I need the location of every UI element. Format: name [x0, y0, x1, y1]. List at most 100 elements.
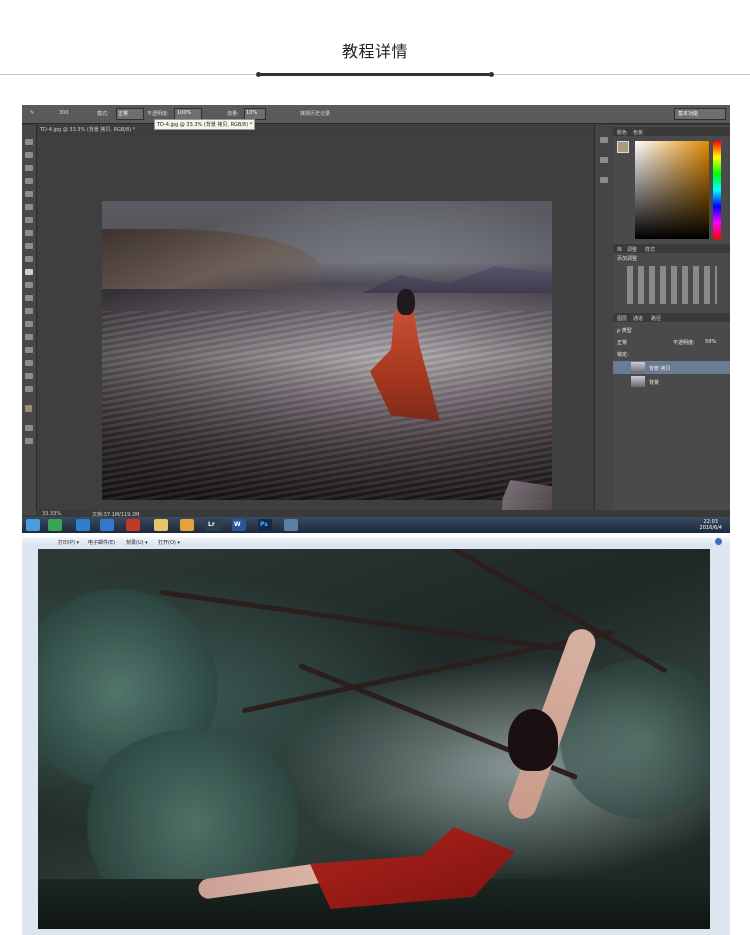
- adjustment-icons[interactable]: [627, 266, 717, 304]
- color-panel-tabs: 颜色 色板: [613, 127, 730, 136]
- file-explorer-icon[interactable]: [154, 519, 168, 531]
- document-image[interactable]: [102, 201, 552, 500]
- menu-burn[interactable]: 刻录(U) ▾: [126, 539, 148, 546]
- layer-kind-filter[interactable]: ρ 类型: [617, 327, 632, 334]
- word-icon[interactable]: W: [232, 519, 246, 531]
- workspace-value: 基本功能: [678, 111, 699, 117]
- mode-value: 正常: [118, 111, 129, 117]
- right-panels: 颜色 色板 库 调整 样式 添加调整 图层 通道 路径 ρ 类型 正常 不透明度…: [613, 125, 730, 515]
- windows-taskbar: Lr W Ps 22:03 2016/6/4: [22, 517, 730, 533]
- photoshop-icon[interactable]: Ps: [258, 519, 272, 531]
- marquee-tool-icon[interactable]: [25, 152, 33, 158]
- collapsed-panel-strip: [594, 125, 613, 515]
- blur-tool-icon[interactable]: [25, 295, 33, 301]
- type-tool-icon[interactable]: [25, 334, 33, 340]
- document-tab-bar: TD-4.jpg @ 33.3% (背景 拷贝, RGB/8) *: [36, 124, 606, 134]
- opacity-value: 100%: [177, 110, 192, 116]
- hue-slider[interactable]: [713, 141, 721, 239]
- layer-opacity-value[interactable]: 59%: [705, 339, 716, 345]
- zoom-tool-icon[interactable]: [25, 386, 33, 392]
- brush-tool-icon[interactable]: [25, 230, 33, 236]
- layer-thumbnail: [631, 376, 645, 387]
- hand-tool-icon[interactable]: [25, 373, 33, 379]
- eraser-tool-icon[interactable]: ✎: [30, 110, 34, 116]
- tab-paths[interactable]: 路径: [651, 315, 661, 322]
- layers-panel-tabs: 图层 通道 路径: [613, 313, 730, 322]
- path-select-tool-icon[interactable]: [25, 347, 33, 353]
- eyedropper-tool-icon[interactable]: [25, 204, 33, 210]
- canvas-area[interactable]: [37, 135, 593, 533]
- taskbar-app-icon[interactable]: [100, 519, 114, 531]
- lasso-tool-icon[interactable]: [25, 165, 33, 171]
- help-icon[interactable]: [715, 538, 722, 545]
- healing-tool-icon[interactable]: [25, 217, 33, 223]
- crop-tool-icon[interactable]: [25, 191, 33, 197]
- ie-icon[interactable]: [76, 519, 90, 531]
- word-label: W: [234, 521, 241, 528]
- quick-mask-icon[interactable]: [25, 425, 33, 431]
- tab-styles[interactable]: 样式: [645, 246, 655, 253]
- history-panel-icon[interactable]: [600, 137, 608, 143]
- tab-channels[interactable]: 通道: [633, 315, 643, 322]
- color-picker-field[interactable]: [635, 141, 709, 239]
- layer-name: 背景: [649, 380, 660, 386]
- tab-swatches[interactable]: 色板: [633, 129, 643, 136]
- displayed-photo[interactable]: [38, 549, 710, 929]
- layer-name: 背景 拷贝: [649, 366, 671, 372]
- taskbar-app-icon[interactable]: [180, 519, 194, 531]
- layer-row-background-copy[interactable]: 背景 拷贝: [613, 361, 730, 374]
- foreground-color-swatch[interactable]: [25, 405, 32, 412]
- lightroom-label: Lr: [208, 521, 215, 528]
- viewer-menu-bar: 打印(P) ▾ 电子邮件(E) 刻录(U) ▾ 打开(O) ▾: [22, 537, 730, 546]
- blend-mode-select[interactable]: 正常: [617, 339, 627, 346]
- taskbar-app-icon[interactable]: [284, 519, 298, 531]
- media-player-icon[interactable]: [126, 519, 140, 531]
- brush-size[interactable]: 300: [59, 110, 69, 116]
- adjust-panel-tabs: 库 调整 样式: [613, 244, 730, 253]
- figure-head: [397, 289, 415, 315]
- menu-print[interactable]: 打印(P) ▾: [58, 539, 79, 546]
- menu-email[interactable]: 电子邮件(E): [88, 539, 115, 546]
- tools-panel: [22, 125, 37, 515]
- menu-open[interactable]: 打开(O) ▾: [158, 539, 180, 546]
- dodge-tool-icon[interactable]: [25, 308, 33, 314]
- pen-tool-icon[interactable]: [25, 321, 33, 327]
- photo-viewer-screenshot: 打印(P) ▾ 电子邮件(E) 刻录(U) ▾ 打开(O) ▾: [22, 537, 730, 935]
- lightroom-icon[interactable]: Lr: [206, 519, 220, 531]
- foreground-color-swatch[interactable]: [617, 141, 629, 153]
- properties-panel-icon[interactable]: [600, 157, 608, 163]
- page-header: 教程详情: [0, 0, 750, 100]
- stamp-tool-icon[interactable]: [25, 243, 33, 249]
- tab-adjustments[interactable]: 调整: [627, 246, 637, 253]
- layer-opacity-label: 不透明度:: [673, 340, 695, 346]
- photoshop-screenshot: ✎ 300 模式: 正常 不透明度: 100% 流量: 10% 抹除历史记录 基…: [22, 105, 730, 533]
- figure-hair: [508, 709, 558, 771]
- screen-mode-icon[interactable]: [25, 438, 33, 444]
- windows-start-icon[interactable]: [26, 519, 40, 531]
- layer-comps-panel-icon[interactable]: [600, 177, 608, 183]
- figure-dress: [370, 311, 440, 421]
- eraser-tool-icon[interactable]: [25, 269, 33, 275]
- flow-value: 10%: [246, 110, 258, 116]
- tab-libraries[interactable]: 库: [617, 246, 622, 253]
- tree-branch: [159, 589, 577, 654]
- accent-dot-right: [489, 72, 494, 77]
- layer-row-background[interactable]: 背景: [613, 375, 730, 388]
- add-adjustment-title: 添加调整: [617, 256, 638, 262]
- taskbar-app-icon[interactable]: [48, 519, 62, 531]
- lock-label: 锁定:: [617, 352, 629, 358]
- lock-row: 锁定:: [613, 347, 730, 360]
- flow-label: 流量:: [227, 111, 239, 117]
- photoshop-label: Ps: [260, 521, 268, 528]
- document-tab[interactable]: TD-4.jpg @ 33.3% (背景 拷贝, RGB/8) *: [40, 126, 135, 133]
- move-tool-icon[interactable]: [25, 139, 33, 145]
- history-brush-tool-icon[interactable]: [25, 256, 33, 262]
- erase-history-label[interactable]: 抹除历史记录: [300, 110, 330, 117]
- tab-color[interactable]: 颜色: [617, 129, 627, 136]
- tab-layers[interactable]: 图层: [617, 315, 627, 322]
- taskbar-clock[interactable]: 22:03 2016/6/4: [700, 519, 722, 531]
- mode-label: 模式:: [97, 111, 109, 117]
- quick-select-tool-icon[interactable]: [25, 178, 33, 184]
- shape-tool-icon[interactable]: [25, 360, 33, 366]
- gradient-tool-icon[interactable]: [25, 282, 33, 288]
